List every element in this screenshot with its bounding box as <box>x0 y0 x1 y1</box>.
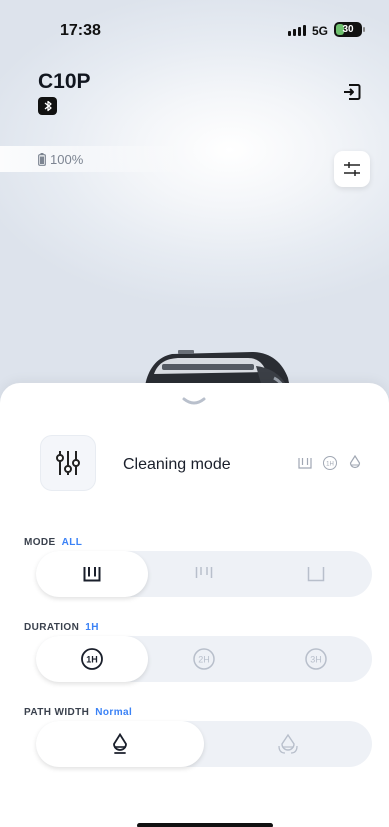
mode-option-floor[interactable] <box>260 551 372 597</box>
mode-value: ALL <box>61 537 83 548</box>
device-battery: 100% <box>0 146 190 172</box>
mode-label-text: MODE <box>24 537 56 548</box>
duration-option-3h[interactable]: 3H <box>260 636 372 682</box>
floor-only-icon <box>307 567 325 582</box>
normal-width-icon <box>113 733 127 754</box>
collapse-handle[interactable] <box>180 395 208 409</box>
status-time: 17:38 <box>60 22 101 39</box>
svg-text:1H: 1H <box>326 462 334 468</box>
status-battery-icon: 30 <box>334 22 365 37</box>
cleaning-settings-sheet: Cleaning mode 1H MODE ALL DURATION 1H 1H <box>0 383 389 827</box>
settings-button[interactable] <box>334 151 370 187</box>
path-width-label-text: PATH WIDTH <box>24 707 90 718</box>
duration-option-2h[interactable]: 2H <box>148 636 260 682</box>
one-hour-icon: 1H <box>81 648 103 670</box>
one-hour-icon: 1H <box>322 455 338 471</box>
walls-only-icon <box>195 567 213 578</box>
path-width-option-normal[interactable] <box>36 721 204 767</box>
chevron-down-icon <box>182 397 206 405</box>
duration-2h-text: 2H <box>198 655 210 665</box>
duration-value: 1H <box>85 622 99 633</box>
floor-and-walls-icon <box>83 567 101 582</box>
status-bar: 17:38 5G 30 <box>0 0 389 50</box>
normal-width-icon <box>347 455 363 471</box>
duration-selector: 1H 2H 3H <box>36 636 372 682</box>
path-width-value: Normal <box>95 707 133 718</box>
three-hour-icon: 3H <box>305 648 327 670</box>
cleaning-mode-card[interactable] <box>40 435 96 491</box>
network-type: 5G <box>312 24 329 38</box>
wide-width-icon <box>278 733 298 754</box>
cleaning-mode-title: Cleaning mode <box>123 456 231 473</box>
duration-3h-text: 3H <box>310 655 322 665</box>
duration-option-1h[interactable]: 1H <box>36 636 148 682</box>
battery-percentage: 100% <box>50 151 84 167</box>
duration-label-text: DURATION <box>24 622 80 633</box>
bluetooth-icon <box>38 97 57 115</box>
mode-selector <box>36 551 372 597</box>
status-battery-level: 30 <box>342 24 354 35</box>
mode-option-walls[interactable] <box>148 551 260 597</box>
sliders-vertical-icon <box>56 451 80 475</box>
exit-icon <box>344 84 361 100</box>
duration-label: DURATION 1H <box>24 622 99 633</box>
path-width-option-wide[interactable] <box>204 721 372 767</box>
path-width-label: PATH WIDTH Normal <box>24 707 132 718</box>
signal-icon <box>288 25 306 36</box>
device-name: C10P <box>38 70 91 93</box>
current-settings-summary: 1H <box>297 455 363 471</box>
mode-label: MODE ALL <box>24 537 82 548</box>
two-hour-icon: 2H <box>193 648 215 670</box>
mode-option-all[interactable] <box>36 551 148 597</box>
exit-button[interactable] <box>340 80 364 104</box>
sliders-icon <box>344 162 360 176</box>
device-hero: 17:38 5G 30 C10P 100% <box>0 0 389 420</box>
home-indicator <box>137 823 273 827</box>
battery-icon <box>38 152 46 166</box>
duration-1h-text: 1H <box>86 655 98 665</box>
path-width-selector <box>36 721 372 767</box>
all-surfaces-icon <box>297 455 313 471</box>
